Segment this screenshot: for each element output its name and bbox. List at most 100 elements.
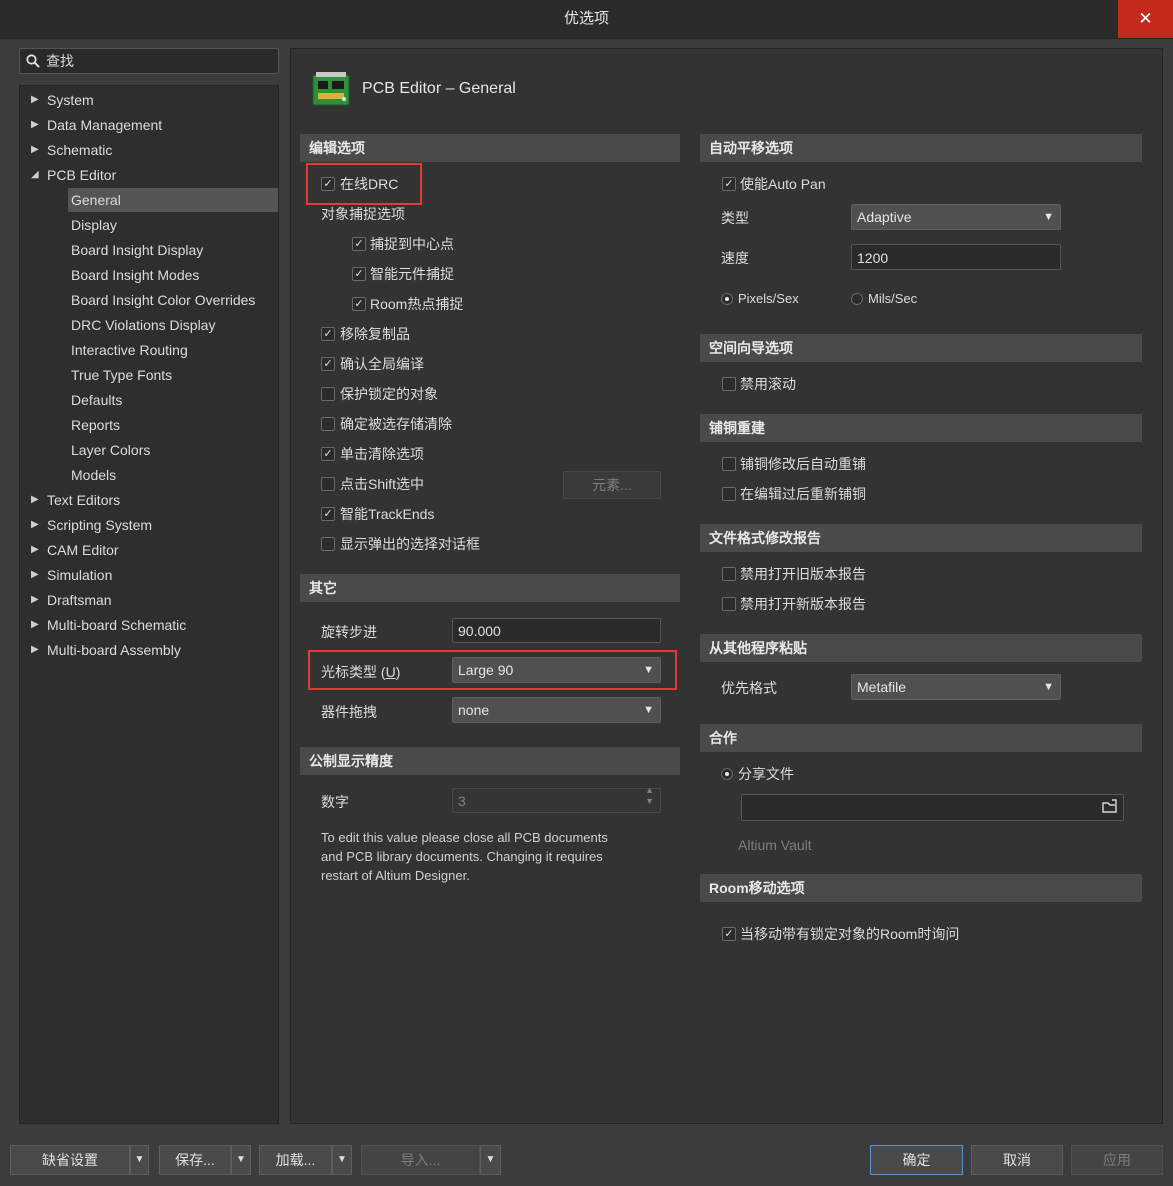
close-button[interactable]: ✕ [1118, 0, 1173, 38]
confirm-selection-clear-label: 确定被选存储清除 [340, 416, 452, 432]
confirm-selection-clear-checkbox[interactable] [321, 417, 335, 431]
preferences-dialog: 优选项 ✕ 查找 ▶ System ▶ Data Management ▶ Sc… [0, 0, 1173, 1186]
page-title: PCB Editor – General [362, 80, 516, 97]
auto-repour-checkbox[interactable] [722, 457, 736, 471]
ask-locked-room-checkbox[interactable] [722, 927, 736, 941]
default-settings-dropdown-arrow-icon[interactable]: ▼ [130, 1145, 149, 1175]
section-header-file-format-report: 文件格式修改报告 [700, 524, 1142, 552]
tree-item-interactive-routing[interactable]: Interactive Routing [71, 338, 188, 362]
pan-type-dropdown[interactable]: Adaptive ▼ [851, 204, 1061, 230]
remove-duplicates-label: 移除复制品 [340, 326, 410, 342]
expand-arrow-icon[interactable]: ▶ [31, 113, 41, 137]
close-icon: ✕ [1138, 9, 1153, 28]
disable-roll-checkbox[interactable] [722, 377, 736, 391]
expand-arrow-icon[interactable]: ▶ [31, 138, 41, 162]
cancel-button[interactable]: 取消 [971, 1145, 1063, 1175]
tree-item-layer-colors[interactable]: Layer Colors [71, 438, 150, 462]
tree-item-data-management[interactable]: Data Management [47, 113, 162, 137]
protect-locked-checkbox[interactable] [321, 387, 335, 401]
repour-after-edit-checkbox[interactable] [722, 487, 736, 501]
tree-item-board-insight-display[interactable]: Board Insight Display [71, 238, 203, 262]
disable-old-version-report-label: 禁用打开旧版本报告 [740, 566, 866, 582]
confirm-global-edit-label: 确认全局编译 [340, 356, 424, 372]
window-title: 优选项 [563, 10, 609, 27]
mils-per-sec-radio[interactable] [851, 293, 863, 305]
preferred-format-label: 优先格式 [721, 680, 777, 696]
disable-old-version-report-checkbox[interactable] [722, 567, 736, 581]
click-clears-selection-checkbox[interactable] [321, 447, 335, 461]
expand-arrow-icon[interactable]: ▶ [31, 488, 41, 512]
dropdown-arrow-icon: ▼ [643, 664, 654, 676]
ok-button[interactable]: 确定 [870, 1145, 963, 1175]
snap-center-checkbox[interactable] [352, 237, 366, 251]
shared-file-radio[interactable] [721, 768, 733, 780]
default-settings-button[interactable]: 缺省设置 [10, 1145, 130, 1175]
section-header-collaboration: 合作 [700, 724, 1142, 752]
expand-arrow-icon[interactable]: ▶ [31, 88, 41, 112]
auto-repour-label: 铺铜修改后自动重铺 [740, 456, 866, 472]
expand-arrow-icon[interactable]: ▶ [31, 588, 41, 612]
load-dropdown-arrow-icon[interactable]: ▼ [332, 1145, 352, 1175]
smart-component-snap-checkbox[interactable] [352, 267, 366, 281]
tree-item-pcb-editor[interactable]: PCB Editor [47, 163, 116, 187]
room-hotspot-checkbox[interactable] [352, 297, 366, 311]
enable-auto-pan-checkbox[interactable] [722, 177, 736, 191]
spin-arrows-icon: ▲ ▼ [645, 785, 654, 806]
import-dropdown-arrow-icon[interactable]: ▼ [480, 1145, 501, 1175]
tree-item-board-insight-color-overrides[interactable]: Board Insight Color Overrides [71, 288, 255, 312]
tree-item-multi-board-schematic[interactable]: Multi-board Schematic [47, 613, 186, 637]
tree-item-general[interactable]: General [71, 188, 121, 212]
pan-speed-input[interactable]: 1200 [851, 244, 1061, 270]
confirm-global-edit-checkbox[interactable] [321, 357, 335, 371]
search-placeholder: 查找 [46, 53, 74, 69]
expand-arrow-icon[interactable]: ▶ [31, 513, 41, 537]
collapse-arrow-icon[interactable]: ◢ [31, 163, 41, 187]
disable-new-version-report-label: 禁用打开新版本报告 [740, 596, 866, 612]
expand-arrow-icon[interactable]: ▶ [31, 538, 41, 562]
tree-item-reports[interactable]: Reports [71, 413, 120, 437]
smart-track-ends-checkbox[interactable] [321, 507, 335, 521]
pixels-per-sec-radio[interactable] [721, 293, 733, 305]
enable-auto-pan-label: 使能Auto Pan [740, 176, 826, 192]
browse-folder-icon[interactable] [1101, 799, 1119, 815]
load-button[interactable]: 加载... [259, 1145, 332, 1175]
disable-new-version-report-checkbox[interactable] [722, 597, 736, 611]
cursor-type-dropdown[interactable]: Large 90 ▼ [452, 657, 661, 683]
tree-item-defaults[interactable]: Defaults [71, 388, 122, 412]
show-popup-selection-checkbox[interactable] [321, 537, 335, 551]
component-drag-dropdown[interactable]: none ▼ [452, 697, 661, 723]
online-drc-checkbox[interactable] [321, 177, 335, 191]
show-popup-selection-label: 显示弹出的选择对话框 [340, 536, 480, 552]
remove-duplicates-checkbox[interactable] [321, 327, 335, 341]
rotation-step-input[interactable]: 90.000 [452, 618, 661, 643]
tree-item-models[interactable]: Models [71, 463, 116, 487]
save-button[interactable]: 保存... [159, 1145, 231, 1175]
shared-path-input[interactable] [741, 794, 1124, 821]
shift-click-select-checkbox[interactable] [321, 477, 335, 491]
tree-item-board-insight-modes[interactable]: Board Insight Modes [71, 263, 199, 287]
save-dropdown-arrow-icon[interactable]: ▼ [231, 1145, 251, 1175]
preferred-format-dropdown[interactable]: Metafile ▼ [851, 674, 1061, 700]
tree-item-multi-board-assembly[interactable]: Multi-board Assembly [47, 638, 181, 662]
rotation-step-label: 旋转步进 [321, 624, 377, 640]
tree-item-text-editors[interactable]: Text Editors [47, 488, 120, 512]
tree-item-true-type-fonts[interactable]: True Type Fonts [71, 363, 172, 387]
tree-item-draftsman[interactable]: Draftsman [47, 588, 112, 612]
search-icon [26, 54, 40, 68]
tree-item-cam-editor[interactable]: CAM Editor [47, 538, 119, 562]
tree-item-schematic[interactable]: Schematic [47, 138, 112, 162]
smart-component-snap-label: 智能元件捕捉 [370, 266, 454, 282]
digits-label: 数字 [321, 794, 349, 810]
protect-locked-label: 保护锁定的对象 [340, 386, 438, 402]
pan-speed-label: 速度 [721, 250, 749, 266]
tree-item-scripting-system[interactable]: Scripting System [47, 513, 152, 537]
expand-arrow-icon[interactable]: ▶ [31, 638, 41, 662]
tree-item-simulation[interactable]: Simulation [47, 563, 112, 587]
expand-arrow-icon[interactable]: ▶ [31, 563, 41, 587]
tree-item-system[interactable]: System [47, 88, 94, 112]
primitives-button[interactable]: 元素... [563, 471, 661, 499]
expand-arrow-icon[interactable]: ▶ [31, 613, 41, 637]
cursor-type-label: 光标类型 (U) [321, 664, 401, 680]
tree-item-drc-violations-display[interactable]: DRC Violations Display [71, 313, 215, 337]
tree-item-display[interactable]: Display [71, 213, 117, 237]
